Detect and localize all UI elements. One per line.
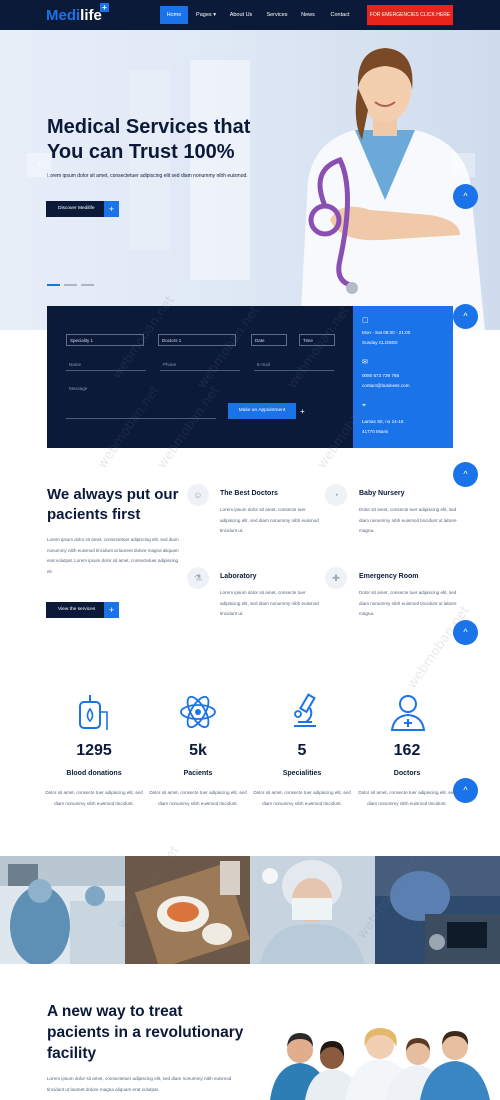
hero-subtitle: Lorem ipsum dolor sit amet, consectetuer… [47, 173, 248, 179]
email-address[interactable]: contact@business.com [362, 382, 410, 390]
logo-text-life: life [80, 7, 102, 24]
flask-icon: ⚗ [187, 567, 209, 589]
monitor-photo [375, 856, 500, 964]
blood-bag-icon [79, 695, 108, 730]
phone-number[interactable]: 0080 673 729 766 [362, 372, 399, 380]
surgeon-photo [250, 856, 375, 964]
plus-icon: + [300, 407, 305, 416]
hero-background-shape [190, 60, 250, 280]
calendar-icon: ▢ [362, 317, 369, 324]
photo-gallery [0, 856, 500, 964]
sunday-hours: Sunday CLOSED [362, 340, 398, 345]
stat-number-blood-donations: 1295 [76, 742, 112, 759]
surgery-photo [0, 856, 125, 964]
why-section-title: We always put our pacients first [47, 486, 179, 523]
name-input[interactable]: Name [66, 359, 146, 371]
stat-text-pacients: Dolor sit amet, consecte tuer adipiscing… [149, 790, 247, 806]
stat-number-specialities: 5 [297, 742, 307, 759]
discover-button-label: Discover Medilife [58, 206, 95, 211]
slider-dots [47, 284, 94, 286]
gallery-photo-surgeon[interactable] [250, 856, 375, 964]
medical-team-photo [270, 1028, 490, 1100]
why-section-text: Lorem ipsum dolor sit amet, consectetuer… [47, 537, 179, 574]
logo-text-medi: Medi [46, 7, 81, 24]
new-way-text: Lorem ipsum dolor sit amet, consectetuer… [47, 1076, 232, 1092]
stat-text-specialities: Dolor sit amet, consecte tuer adipiscing… [253, 790, 351, 806]
service-text-baby-nursery: Dolor sit amet, consecte tuer adipiscing… [359, 507, 457, 533]
slider-dot-2[interactable] [64, 284, 77, 286]
stat-text-blood-donations: Dolor sit amet, consecte tuer adipiscing… [45, 790, 143, 806]
service-title-best-doctors: The Best Doctors [220, 490, 278, 497]
discover-button[interactable]: Discover Medilife + [46, 201, 119, 217]
site-logo[interactable]: Medilife + [46, 3, 109, 24]
stat-number-pacients: 5k [189, 742, 207, 759]
service-title-baby-nursery: Baby Nursery [359, 490, 405, 497]
gallery-photo-surgery[interactable] [0, 856, 125, 964]
appointment-form [47, 306, 353, 448]
view-services-label: View the services [58, 607, 96, 612]
contact-info-panel: ▢ Mon - Sat 08:00 - 21:00 Sunday CLOSED … [353, 306, 453, 448]
service-text-emergency-room: Dolor sit amet, consecte tuer adipiscing… [359, 590, 457, 616]
plus-icon: + [104, 201, 119, 217]
nav-home[interactable]: Home [160, 6, 188, 24]
food-tray-photo [125, 856, 250, 964]
nav-contact[interactable]: Contact [328, 6, 352, 24]
nav-services[interactable]: Services [266, 6, 288, 24]
gallery-photo-food-tray[interactable] [125, 856, 250, 964]
service-title-laboratory: Laboratory [220, 573, 257, 580]
emergency-icon: ✚ [325, 567, 347, 589]
slider-dot-3[interactable] [81, 284, 94, 286]
speciality-select[interactable]: Speciality 1 [66, 334, 144, 346]
hero-title: Medical Services that You can Trust 100% [47, 116, 251, 163]
new-way-title: A new way to treat pacients in a revolut… [47, 1003, 244, 1062]
slider-prev-arrow[interactable]: ‹ [27, 153, 51, 177]
scroll-top-button[interactable]: ^ [453, 184, 478, 209]
microscope-icon [294, 693, 316, 727]
caret-down-icon: ▾ [213, 12, 216, 18]
phone-input[interactable]: Phone [160, 359, 240, 371]
stat-label-specialities: Specialities [282, 770, 322, 777]
date-field[interactable]: Date [251, 334, 287, 346]
view-services-button[interactable]: View the services + [46, 602, 119, 618]
plus-icon: + [104, 602, 119, 618]
doctors-select[interactable]: Doctors 1 [158, 334, 236, 346]
envelope-icon: ✉ [362, 359, 368, 366]
service-text-laboratory: Lorem ipsum dolor sit amet, consecte tue… [220, 590, 319, 616]
doctor-icon [390, 695, 426, 731]
atom-icon [180, 695, 216, 729]
nav-pages[interactable]: Pages ▾ [195, 6, 217, 24]
emergency-button[interactable]: FOR EMERGENCIES CLICK HERE [367, 5, 453, 25]
stat-label-blood-donations: Blood donations [66, 770, 122, 777]
email-input[interactable]: E-mail [254, 359, 334, 371]
message-textarea[interactable]: Message [66, 383, 216, 419]
baby-icon: ◔ [325, 484, 347, 506]
scroll-top-button[interactable]: ^ [453, 462, 478, 487]
gallery-photo-monitor[interactable] [375, 856, 500, 964]
scroll-top-button[interactable]: ^ [453, 304, 478, 329]
logo-plus-icon: + [100, 3, 109, 12]
slider-next-arrow[interactable]: › [451, 153, 475, 177]
stat-text-doctors: Dolor sit amet, consecte tuer adipiscing… [358, 790, 456, 806]
time-field[interactable]: Time [299, 334, 335, 346]
address-line-1: Lamas Str, no 14-18 [362, 419, 404, 424]
location-pin-icon: ⌖ [362, 402, 366, 409]
stat-label-doctors: Doctors [393, 770, 421, 777]
make-appointment-button[interactable]: Make an Appointment [228, 403, 296, 419]
scroll-top-button[interactable]: ^ [453, 620, 478, 645]
opening-hours: Mon - Sat 08:00 - 21:00 [362, 330, 411, 335]
site-header: Medilife + Home Pages ▾ About Us Service… [0, 0, 500, 30]
doctor-icon: ☺ [187, 484, 209, 506]
stat-number-doctors: 162 [393, 742, 421, 759]
stat-label-pacients: Pacients [183, 770, 213, 777]
slider-dot-1[interactable] [47, 284, 60, 286]
hero-slider: Medical Services that You can Trust 100%… [0, 30, 500, 330]
nav-news[interactable]: News [299, 6, 317, 24]
service-title-emergency-room: Emergency Room [359, 573, 419, 580]
doctor-illustration [300, 48, 485, 330]
nav-about-us[interactable]: About Us [229, 6, 253, 24]
nav-pages-label: Pages [196, 12, 212, 18]
address-line-2: 41770 Miami [362, 429, 389, 434]
service-text-best-doctors: Lorem ipsum dolor sit amet, consecte tue… [220, 507, 319, 533]
